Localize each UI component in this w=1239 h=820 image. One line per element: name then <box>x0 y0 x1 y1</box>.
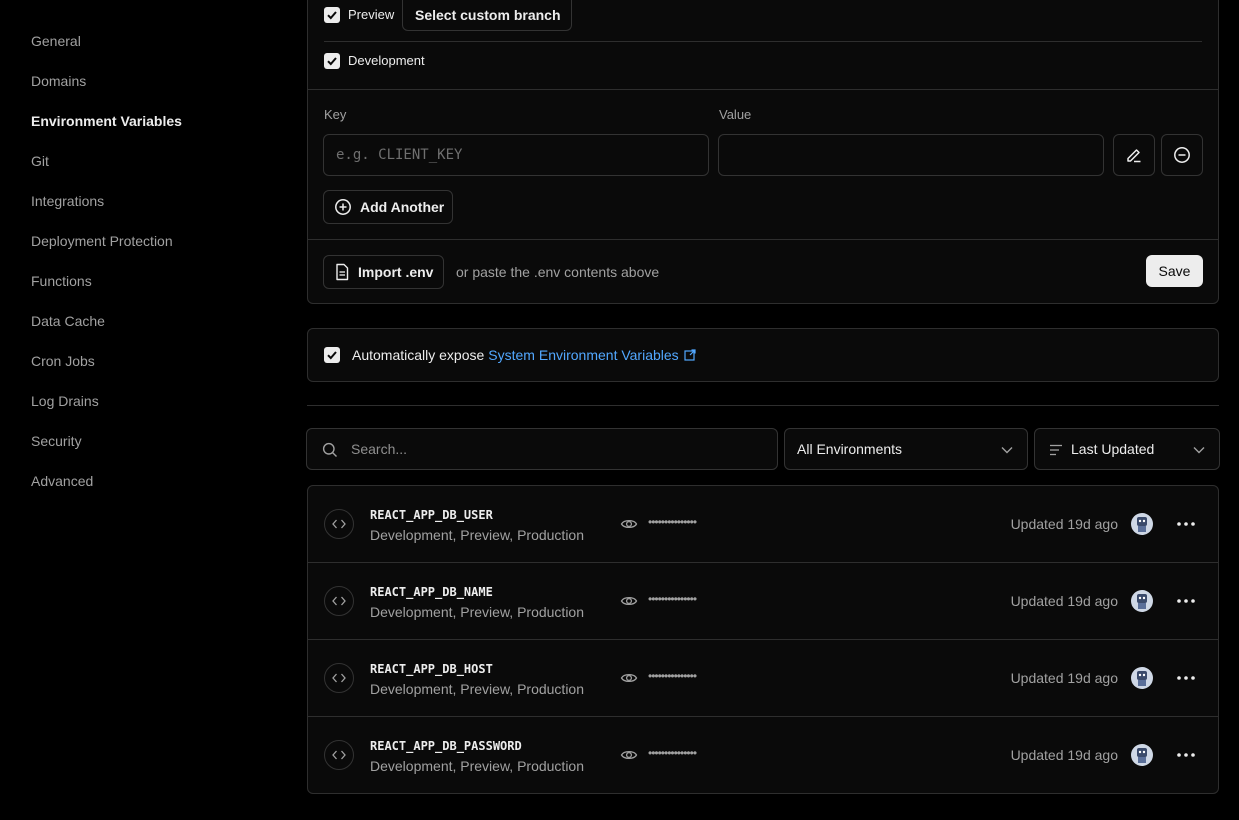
user-avatar <box>1131 513 1153 535</box>
import-env-button[interactable]: Import .env <box>323 255 444 289</box>
divider <box>324 41 1202 42</box>
preview-checkbox[interactable] <box>324 7 340 23</box>
sidebar-item-security[interactable]: Security <box>31 433 82 449</box>
env-var-key: REACT_APP_DB_HOST <box>370 662 493 676</box>
external-link-icon <box>684 349 696 361</box>
code-icon <box>324 663 354 693</box>
env-var-environments: Development, Preview, Production <box>370 758 584 774</box>
key-input[interactable] <box>323 134 709 176</box>
more-options-icon[interactable] <box>1172 589 1200 613</box>
eye-icon[interactable] <box>620 515 638 533</box>
env-var-row[interactable]: REACT_APP_DB_PASSWORD Development, Previ… <box>308 717 1218 793</box>
expose-checkbox[interactable] <box>324 347 340 363</box>
check-icon <box>327 11 337 20</box>
sidebar-item-functions[interactable]: Functions <box>31 273 92 289</box>
divider <box>308 89 1218 90</box>
user-avatar <box>1131 667 1153 689</box>
sidebar-item-general[interactable]: General <box>31 33 81 49</box>
system-env-expose-panel: Automatically expose System Environment … <box>307 328 1219 382</box>
user-avatar <box>1131 744 1153 766</box>
sidebar-item-git[interactable]: Git <box>31 153 49 169</box>
key-label: Key <box>324 107 347 122</box>
plus-circle-icon <box>335 199 351 215</box>
add-another-label: Add Another <box>360 199 445 215</box>
development-checkbox[interactable] <box>324 53 340 69</box>
chevron-down-icon <box>1193 447 1205 454</box>
env-var-updated: Updated 19d ago <box>1010 516 1118 532</box>
sidebar-item-environment-variables[interactable]: Environment Variables <box>31 113 182 129</box>
env-var-masked-value: ••••••••••••••• <box>648 669 697 683</box>
env-var-masked-value: ••••••••••••••• <box>648 592 697 606</box>
sidebar-item-domains[interactable]: Domains <box>31 73 86 89</box>
env-var-environments: Development, Preview, Production <box>370 527 584 543</box>
add-env-var-form: Preview Select custom branch Development… <box>307 0 1219 304</box>
env-var-key: REACT_APP_DB_USER <box>370 508 493 522</box>
search-icon <box>322 442 337 457</box>
check-icon <box>327 351 337 360</box>
check-icon <box>327 57 337 66</box>
eye-icon[interactable] <box>620 746 638 764</box>
settings-sidebar: General Domains Environment Variables Gi… <box>0 0 300 820</box>
code-icon <box>324 509 354 539</box>
env-var-key: REACT_APP_DB_PASSWORD <box>370 739 522 753</box>
sidebar-item-log-drains[interactable]: Log Drains <box>31 393 99 409</box>
sidebar-item-integrations[interactable]: Integrations <box>31 193 104 209</box>
sort-select-value: Last Updated <box>1071 441 1155 457</box>
env-var-updated: Updated 19d ago <box>1010 747 1118 763</box>
minus-circle-icon <box>1174 147 1190 163</box>
value-input[interactable] <box>718 134 1104 176</box>
remove-row-button[interactable] <box>1161 134 1203 176</box>
env-var-row[interactable]: REACT_APP_DB_NAME Development, Preview, … <box>308 563 1218 640</box>
system-env-vars-link[interactable]: System Environment Variables <box>488 347 678 363</box>
sort-select[interactable]: Last Updated <box>1034 428 1220 470</box>
env-var-masked-value: ••••••••••••••• <box>648 515 697 529</box>
env-var-row[interactable]: REACT_APP_DB_HOST Development, Preview, … <box>308 640 1218 717</box>
expose-label: Automatically expose <box>352 347 485 363</box>
save-button[interactable]: Save <box>1146 255 1203 287</box>
import-env-label: Import .env <box>358 264 434 280</box>
chevron-down-icon <box>1001 447 1013 454</box>
edit-value-button[interactable] <box>1113 134 1155 176</box>
value-label: Value <box>719 107 752 122</box>
sidebar-item-deployment-protection[interactable]: Deployment Protection <box>31 233 173 249</box>
section-divider <box>307 405 1219 406</box>
eye-icon[interactable] <box>620 669 638 687</box>
more-options-icon[interactable] <box>1172 666 1200 690</box>
sort-icon <box>1050 444 1062 456</box>
env-var-updated: Updated 19d ago <box>1010 670 1118 686</box>
sidebar-item-advanced[interactable]: Advanced <box>31 473 93 489</box>
more-options-icon[interactable] <box>1172 512 1200 536</box>
env-var-masked-value: ••••••••••••••• <box>648 746 697 760</box>
paste-hint: or paste the .env contents above <box>456 264 660 280</box>
eye-icon[interactable] <box>620 592 638 610</box>
env-var-environments: Development, Preview, Production <box>370 604 584 620</box>
sidebar-item-data-cache[interactable]: Data Cache <box>31 313 105 329</box>
user-avatar <box>1131 590 1153 612</box>
environment-select-value: All Environments <box>797 441 903 457</box>
search-field[interactable] <box>306 428 778 470</box>
select-custom-branch-button[interactable]: Select custom branch <box>402 0 572 31</box>
expose-text: Automatically expose System Environment … <box>352 347 696 363</box>
code-icon <box>324 740 354 770</box>
env-var-row[interactable]: REACT_APP_DB_USER Development, Preview, … <box>308 486 1218 563</box>
divider <box>308 239 1218 240</box>
env-var-key: REACT_APP_DB_NAME <box>370 585 493 599</box>
pencil-icon <box>1127 149 1141 163</box>
env-var-updated: Updated 19d ago <box>1010 593 1118 609</box>
search-input[interactable] <box>351 429 771 469</box>
preview-label: Preview <box>348 7 395 22</box>
add-another-button[interactable]: Add Another <box>323 190 453 224</box>
file-icon <box>336 263 349 281</box>
more-options-icon[interactable] <box>1172 743 1200 767</box>
sidebar-item-cron-jobs[interactable]: Cron Jobs <box>31 353 95 369</box>
development-label: Development <box>348 53 425 68</box>
environment-select[interactable]: All Environments <box>784 428 1028 470</box>
env-var-list: REACT_APP_DB_USER Development, Preview, … <box>307 485 1219 794</box>
env-var-environments: Development, Preview, Production <box>370 681 584 697</box>
code-icon <box>324 586 354 616</box>
